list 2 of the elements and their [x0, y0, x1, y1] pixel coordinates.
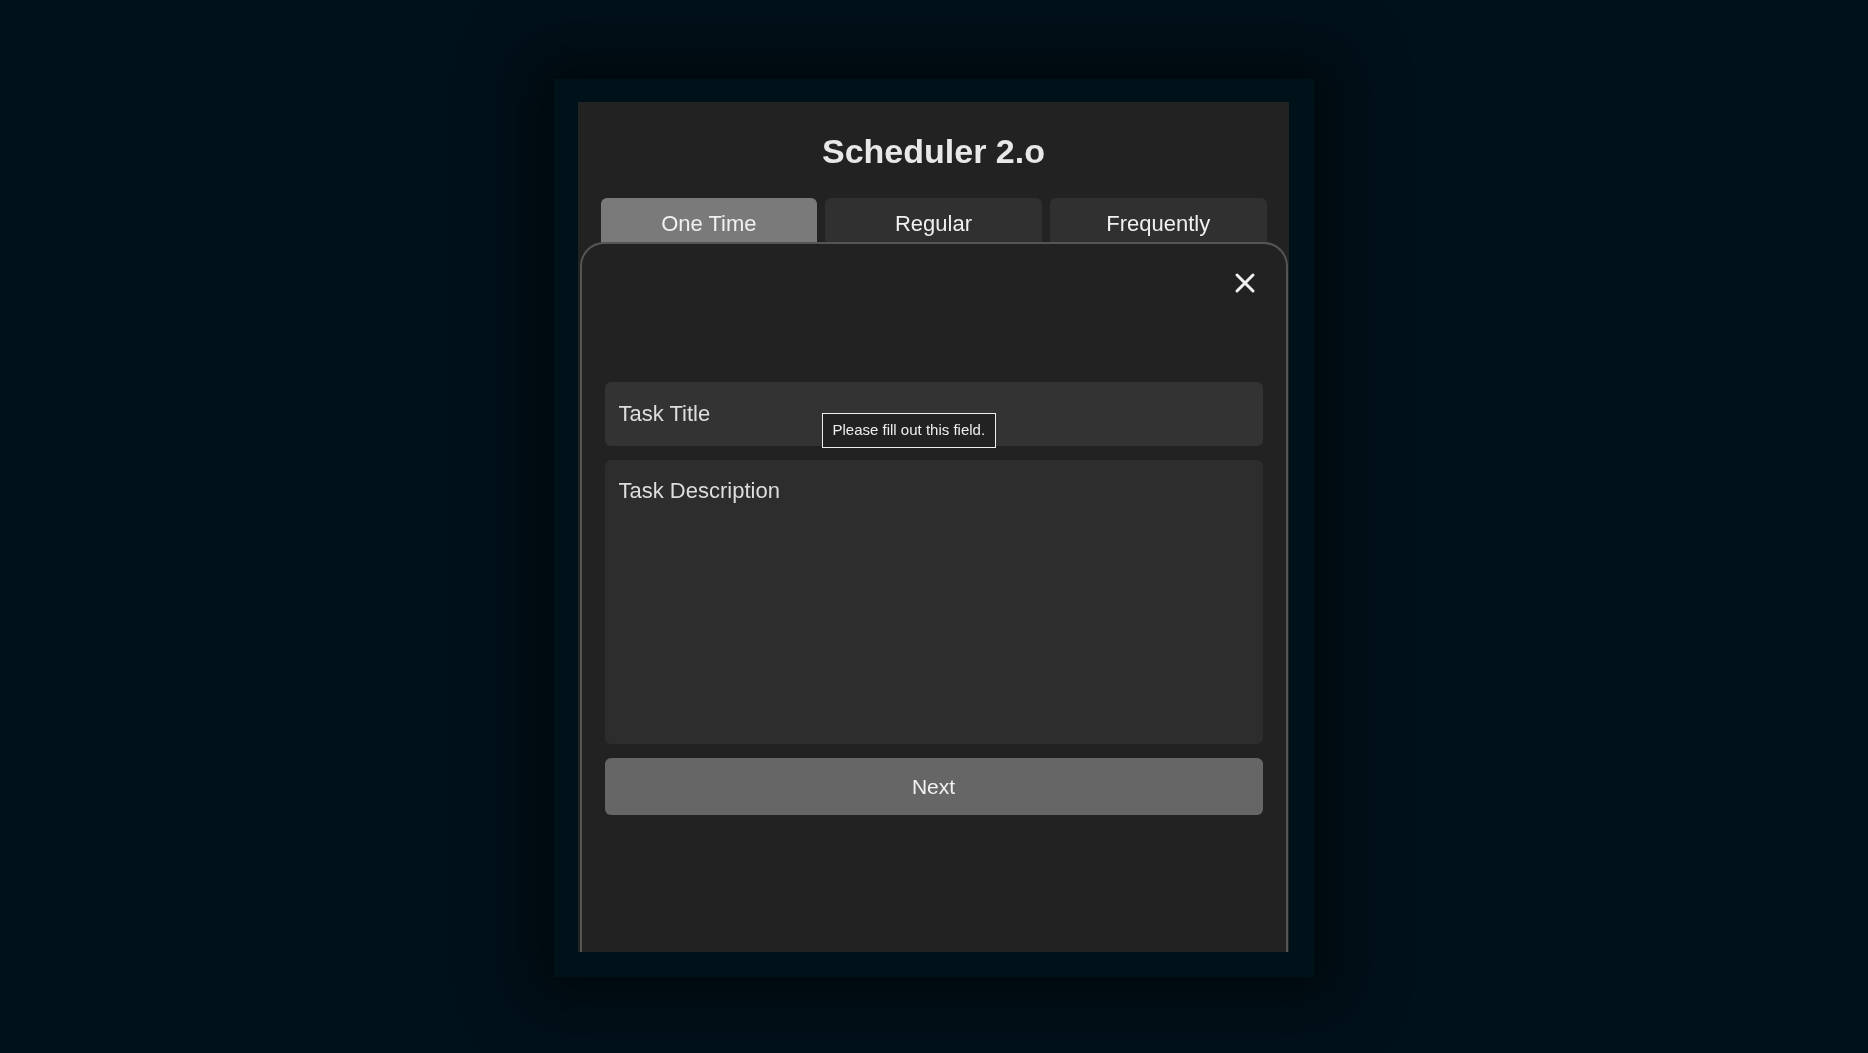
- validation-tooltip: Please fill out this field.: [821, 413, 997, 448]
- app-title: Scheduler 2.o: [822, 131, 1045, 172]
